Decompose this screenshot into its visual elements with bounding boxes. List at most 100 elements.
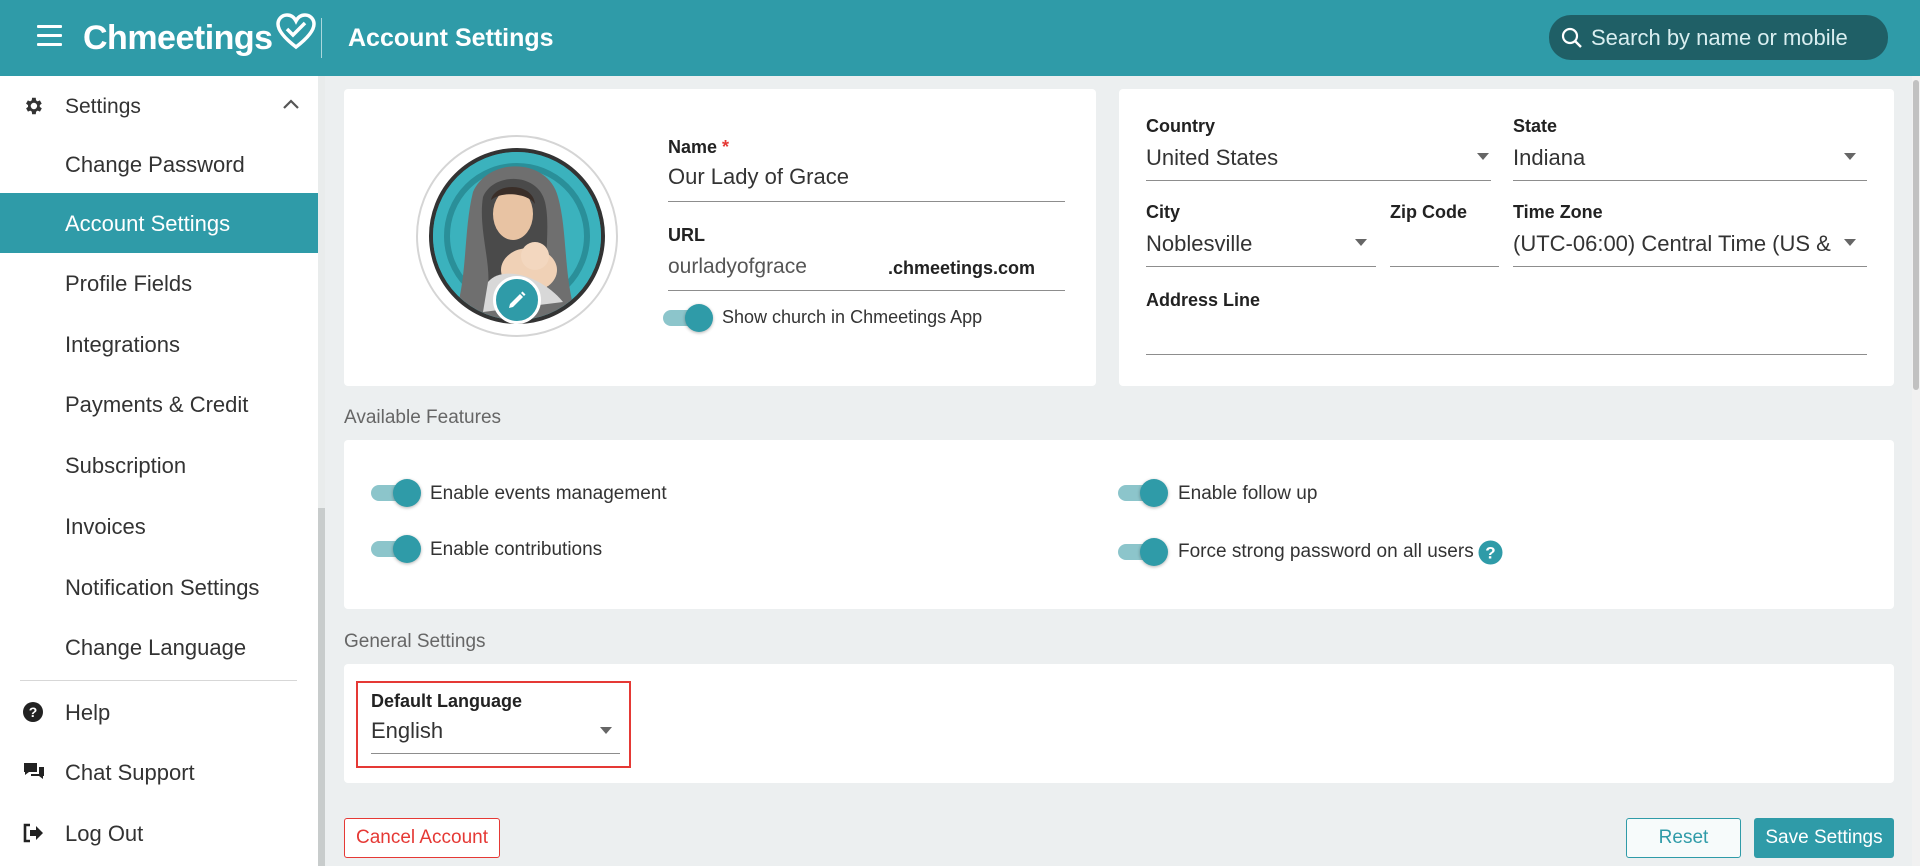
sidebar: Settings Change Password Account Setting…	[0, 76, 318, 866]
chevron-up-icon[interactable]	[282, 98, 300, 110]
default-language-label: Default Language	[371, 691, 523, 711]
toggle-knob	[685, 304, 713, 332]
header-divider	[321, 18, 322, 58]
zip-underline	[1390, 266, 1499, 267]
sidebar-logout-label: Log Out	[65, 821, 144, 846]
features-card	[344, 440, 1894, 609]
timezone-select[interactable]: (UTC-06:00) Central Time (US & Canada)	[1513, 231, 1837, 257]
strong-password-toggle-label: Force strong password on all users	[1178, 541, 1474, 562]
main-scrollbar-thumb[interactable]	[1913, 80, 1919, 390]
contributions-toggle[interactable]	[371, 535, 421, 563]
city-label: City	[1146, 202, 1181, 222]
sidebar-item-label: Change Language	[65, 635, 247, 660]
country-select[interactable]: United States	[1146, 145, 1476, 171]
required-marker: *	[722, 137, 730, 157]
timezone-label: Time Zone	[1513, 202, 1603, 222]
sidebar-item-label: Change Password	[65, 152, 245, 177]
sidebar-logout[interactable]: Log Out	[0, 805, 318, 861]
url-field[interactable]: ourladyofgrace	[668, 255, 807, 279]
sidebar-group-settings[interactable]: Settings	[0, 86, 318, 126]
svg-text:?: ?	[1485, 544, 1495, 563]
sidebar-item-label: Account Settings	[65, 211, 231, 236]
save-settings-button[interactable]: Save Settings	[1754, 818, 1894, 858]
events-toggle[interactable]	[371, 479, 421, 507]
search-input[interactable]	[1591, 24, 1881, 51]
toggle-knob	[393, 535, 421, 563]
sidebar-help[interactable]: ? Help	[0, 684, 318, 740]
pencil-icon	[509, 291, 526, 308]
show-church-toggle[interactable]	[663, 304, 713, 332]
sidebar-item-change-language[interactable]: Change Language	[0, 617, 318, 677]
follow-up-toggle-label: Enable follow up	[1178, 483, 1318, 504]
city-underline	[1146, 266, 1376, 267]
chat-icon	[24, 763, 44, 779]
sidebar-item-label: Payments & Credit	[65, 392, 249, 417]
url-suffix: .chmeetings.com	[888, 258, 1036, 278]
name-underline	[668, 201, 1065, 202]
sidebar-item-profile-fields[interactable]: Profile Fields	[0, 253, 318, 313]
sidebar-item-subscription[interactable]: Subscription	[0, 435, 318, 495]
country-label: Country	[1146, 116, 1215, 136]
city-caret-icon[interactable]	[1355, 239, 1367, 246]
sidebar-item-payments-credit[interactable]: Payments & Credit	[0, 374, 318, 434]
svg-text:?: ?	[29, 704, 38, 720]
state-caret-icon[interactable]	[1844, 153, 1856, 160]
app-logo[interactable]: Chmeetings	[83, 13, 317, 58]
search-box[interactable]	[1549, 15, 1888, 60]
name-field[interactable]: Our Lady of Grace	[668, 164, 1063, 190]
edit-avatar-button[interactable]	[493, 276, 541, 324]
sidebar-chat-support[interactable]: Chat Support	[0, 744, 318, 800]
sidebar-group-label: Settings	[65, 95, 141, 118]
state-label: State	[1513, 116, 1558, 136]
sidebar-scrollbar-thumb[interactable]	[318, 508, 325, 866]
sidebar-item-notification-settings[interactable]: Notification Settings	[0, 557, 318, 617]
strong-password-toggle[interactable]	[1118, 538, 1168, 566]
menu-icon[interactable]	[37, 25, 62, 47]
url-underline	[668, 290, 1065, 291]
sidebar-item-change-password[interactable]: Change Password	[0, 134, 318, 194]
country-underline	[1146, 180, 1491, 181]
search-icon	[1561, 27, 1582, 48]
sidebar-item-account-settings[interactable]: Account Settings	[0, 193, 318, 253]
sidebar-item-label: Notification Settings	[65, 575, 260, 600]
language-caret-icon[interactable]	[600, 727, 612, 734]
cancel-account-button[interactable]: Cancel Account	[344, 818, 500, 858]
toggle-knob	[1140, 479, 1168, 507]
help-question-icon[interactable]: ?	[1478, 540, 1503, 565]
toggle-knob	[1140, 538, 1168, 566]
question-circle-icon: ?	[23, 702, 43, 722]
sidebar-chat-label: Chat Support	[65, 760, 195, 785]
available-features-title: Available Features	[344, 407, 502, 428]
state-underline	[1513, 180, 1867, 181]
address-label: Address Line	[1146, 290, 1261, 310]
reset-button[interactable]: Reset	[1626, 818, 1741, 858]
zip-label: Zip Code	[1390, 202, 1467, 222]
timezone-underline	[1513, 266, 1867, 267]
sidebar-item-invoices[interactable]: Invoices	[0, 496, 318, 556]
follow-up-toggle[interactable]	[1118, 479, 1168, 507]
logout-icon	[23, 823, 43, 843]
contributions-toggle-label: Enable contributions	[430, 539, 603, 560]
page-title: Account Settings	[348, 24, 554, 52]
general-settings-title: General Settings	[344, 631, 486, 652]
events-toggle-label: Enable events management	[430, 483, 667, 504]
default-language-select[interactable]: English	[371, 718, 571, 744]
language-underline	[371, 753, 620, 754]
logo-text: Chmeetings	[83, 18, 273, 57]
sidebar-item-label: Integrations	[65, 332, 180, 357]
country-caret-icon[interactable]	[1477, 153, 1489, 160]
sidebar-item-label: Subscription	[65, 453, 187, 478]
sidebar-item-integrations[interactable]: Integrations	[0, 314, 318, 374]
sidebar-help-label: Help	[65, 700, 111, 725]
top-bar: Chmeetings Account Settings	[0, 0, 1920, 76]
address-underline	[1146, 354, 1867, 355]
gear-icon	[26, 97, 42, 115]
sidebar-item-label: Invoices	[65, 514, 146, 539]
city-select[interactable]: Noblesville	[1146, 231, 1346, 257]
sidebar-item-label: Profile Fields	[65, 271, 193, 296]
name-label-text: Name	[668, 137, 718, 157]
timezone-caret-icon[interactable]	[1844, 239, 1856, 246]
show-church-label: Show church in Chmeetings App	[722, 307, 983, 327]
state-select[interactable]: Indiana	[1513, 145, 1843, 171]
url-label: URL	[668, 225, 705, 245]
